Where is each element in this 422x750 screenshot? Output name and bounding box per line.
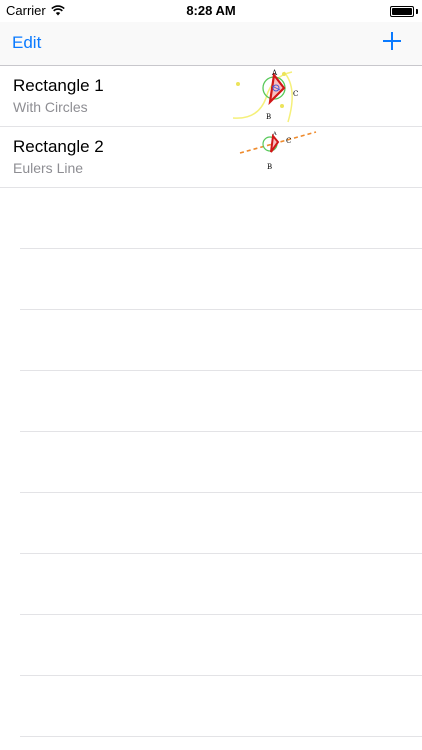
- item-title: Rectangle 2: [13, 137, 104, 156]
- battery-tip: [416, 9, 418, 14]
- vertex-label-a: A: [272, 131, 277, 137]
- status-bar: Carrier 8:28 AM: [0, 0, 422, 22]
- empty-row: [20, 676, 422, 737]
- clock: 8:28 AM: [186, 3, 236, 18]
- vertex-label-c: C: [293, 90, 298, 98]
- empty-row: [20, 371, 422, 432]
- plus-icon[interactable]: [382, 31, 402, 51]
- empty-row: [20, 188, 422, 249]
- empty-row: [20, 554, 422, 615]
- empty-row: [20, 432, 422, 493]
- item-subtitle: With Circles: [13, 99, 88, 115]
- vertex-label-b: B: [266, 113, 271, 121]
- item-title: Rectangle 1: [13, 76, 104, 95]
- empty-row: [20, 615, 422, 676]
- empty-row: [20, 493, 422, 554]
- empty-row: [20, 310, 422, 371]
- navigation-bar: Edit: [0, 22, 422, 66]
- vertex-label-b: B: [267, 163, 272, 171]
- edit-button[interactable]: Edit: [12, 33, 41, 53]
- vertex-label-c: C: [286, 137, 291, 145]
- list-item[interactable]: Rectangle 2 Eulers Line A B C: [0, 127, 422, 188]
- battery-icon: [390, 6, 414, 17]
- item-subtitle: Eulers Line: [13, 160, 84, 176]
- document-list: Rectangle 1 With Circles A B C Rectangle…: [0, 66, 422, 737]
- vertex-label-a: A: [271, 69, 278, 77]
- empty-row: [20, 249, 422, 310]
- geometry-thumbnail: A B C: [239, 131, 317, 171]
- geometry-thumbnail: A B C: [232, 69, 298, 123]
- list-item[interactable]: Rectangle 1 With Circles A B C: [0, 66, 422, 127]
